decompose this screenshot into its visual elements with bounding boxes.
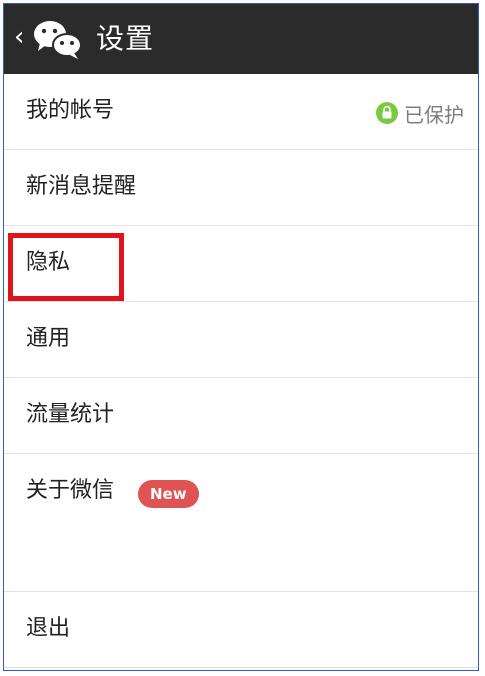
settings-list: 我的帐号 已保护 新消息提醒 隐私 通用 流量统计 关于微信 New 退出 <box>4 74 478 668</box>
new-badge: New <box>138 480 199 508</box>
wechat-logo-icon <box>34 21 82 59</box>
settings-item-general[interactable]: 通用 <box>4 302 478 378</box>
lock-icon <box>376 102 398 124</box>
chevron-left-icon[interactable]: ‹ <box>14 22 24 52</box>
settings-item-label: 新消息提醒 <box>26 174 137 199</box>
page-title: 设置 <box>96 22 155 55</box>
top-bar: ‹ 设置 <box>4 4 478 74</box>
settings-item-account[interactable]: 我的帐号 已保护 <box>4 74 478 150</box>
settings-item-label: 流量统计 <box>26 402 115 427</box>
settings-item-notifications[interactable]: 新消息提醒 <box>4 150 478 226</box>
annotation-highlight-box <box>8 233 124 301</box>
settings-item-label: 退出 <box>26 616 71 641</box>
settings-item-about[interactable]: 关于微信 New <box>4 454 478 530</box>
settings-item-logout[interactable]: 退出 <box>4 592 478 668</box>
account-status: 已保护 <box>376 98 464 128</box>
account-status-text: 已保护 <box>404 102 464 127</box>
settings-item-label: 通用 <box>26 326 71 351</box>
settings-item-label: 我的帐号 <box>26 98 115 123</box>
settings-item-label: 关于微信 <box>26 478 115 503</box>
settings-screen: ‹ 设置 我的帐号 已保护 新消息提醒 隐私 通用 流量统计 关于微信 New … <box>3 3 479 671</box>
list-gap <box>4 530 478 592</box>
settings-item-data-usage[interactable]: 流量统计 <box>4 378 478 454</box>
